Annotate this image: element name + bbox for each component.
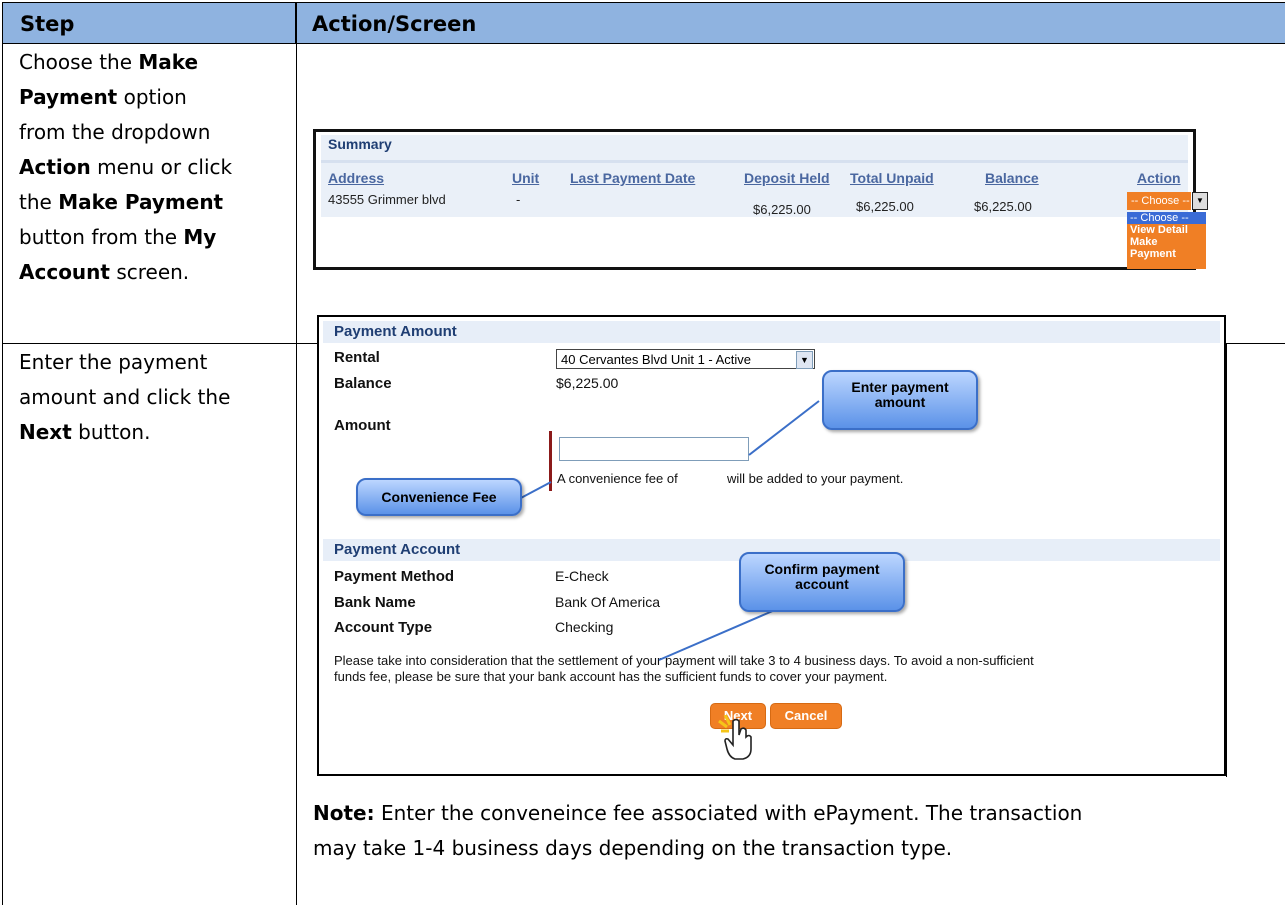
- option-choose[interactable]: -- Choose --: [1127, 212, 1206, 224]
- column-balance[interactable]: Balance: [985, 170, 1039, 186]
- row-total-unpaid: $6,225.00: [856, 199, 914, 214]
- option-make-payment[interactable]: Make Payment: [1127, 236, 1206, 260]
- summary-title: Summary: [328, 136, 392, 152]
- note-text: Note: Enter the conveneince fee associat…: [313, 801, 1083, 860]
- callout-confirm-payment-account: Confirm payment account: [739, 552, 905, 612]
- action-select[interactable]: -- Choose --: [1127, 192, 1191, 210]
- action-dropdown-list: -- Choose -- View Detail Make Payment: [1127, 212, 1206, 269]
- step-1-instructions: Choose the Make Payment option from the …: [19, 50, 233, 284]
- column-deposit-held[interactable]: Deposit Held: [744, 170, 830, 186]
- header-step: Step: [2, 2, 296, 44]
- header-action: Action/Screen: [296, 2, 1285, 44]
- column-action[interactable]: Action: [1137, 170, 1181, 186]
- row-address: 43555 Grimmer blvd: [328, 192, 446, 207]
- callout-convenience-fee: Convenience Fee: [356, 478, 522, 516]
- payment-screenshot: Payment Amount Rental 40 Cervantes Blvd …: [317, 315, 1226, 776]
- row-deposit-held: $6,225.00: [753, 202, 811, 217]
- column-unit[interactable]: Unit: [512, 170, 539, 186]
- row-balance: $6,225.00: [974, 199, 1032, 214]
- table-border-left: [2, 2, 3, 905]
- note-label: Note:: [313, 801, 375, 825]
- summary-divider: [321, 160, 1188, 163]
- step-2-instructions: Enter the payment amount and click the N…: [19, 350, 231, 444]
- callout-enter-payment-amount: Enter payment amount: [822, 370, 978, 430]
- callout-connectors: [518, 400, 820, 661]
- column-last-payment-date[interactable]: Last Payment Date: [570, 170, 695, 186]
- column-total-unpaid[interactable]: Total Unpaid: [850, 170, 934, 186]
- summary-screenshot: Summary Address Unit Last Payment Date D…: [313, 129, 1208, 270]
- row-unit: -: [516, 192, 521, 207]
- column-divider: [296, 2, 297, 905]
- chevron-down-icon[interactable]: ▼: [1192, 192, 1208, 210]
- screenshot-frame-line: [1226, 343, 1227, 777]
- option-view-detail[interactable]: View Detail: [1127, 224, 1206, 236]
- column-address[interactable]: Address: [328, 170, 384, 186]
